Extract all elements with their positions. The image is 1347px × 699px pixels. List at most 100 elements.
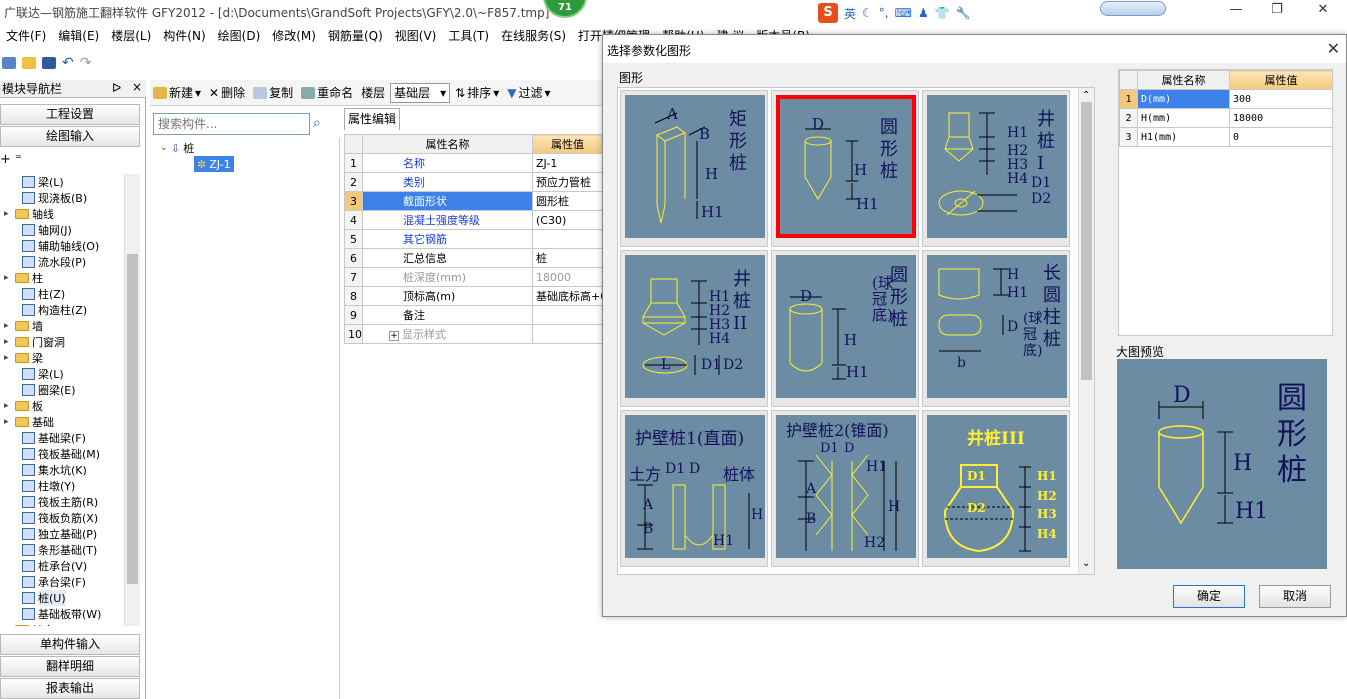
property-row[interactable]: 3 截面形状 圆形桩 (344, 191, 603, 211)
sort-button[interactable]: ⇅ 排序 ▾ (452, 84, 502, 101)
nav-tree-item[interactable]: 轴网(J) (22, 222, 72, 238)
property-row[interactable]: 5 其它钢筋 (344, 229, 603, 249)
save-icon[interactable] (42, 57, 56, 69)
property-value-cell[interactable]: 桩 (532, 248, 603, 268)
rename-button[interactable]: 重命名 (298, 84, 356, 101)
close-icon[interactable]: ✕ (1308, 2, 1338, 20)
nav-button-detail[interactable]: 翻样明细 (0, 656, 140, 677)
property-value-cell[interactable]: 圆形桩 (532, 191, 603, 211)
minimize-icon[interactable]: — (1221, 2, 1251, 20)
menu-item[interactable]: 钢筋量(Q) (322, 27, 389, 44)
cancel-button[interactable]: 取消 (1259, 585, 1331, 608)
param-row[interactable]: 3 H1(mm) 0 (1119, 127, 1333, 147)
nav-tree-item[interactable]: ▸ 柱 (4, 270, 43, 286)
nav-tree-item[interactable]: 桩承台(V) (22, 558, 87, 574)
undo-icon[interactable]: ↶ (62, 55, 74, 71)
property-row[interactable]: 9 备注 (344, 305, 603, 325)
shape-option[interactable]: 圆形桩 D H H1 (771, 90, 919, 247)
skin-icon[interactable]: ♟ (918, 6, 929, 20)
menu-item[interactable]: 编辑(E) (52, 27, 105, 44)
scroll-down-icon[interactable]: ⌄ (1082, 558, 1090, 569)
nav-tree-scrollbar[interactable] (124, 174, 140, 626)
nav-close-icon[interactable]: × (132, 80, 142, 94)
expand-icon[interactable]: ▸ (4, 353, 12, 363)
nav-tree-item[interactable]: 圈梁(E) (22, 382, 76, 398)
tree-node-zj1[interactable]: ✲ ZJ-1 (194, 156, 234, 172)
gallery-scroll-thumb[interactable] (1081, 102, 1092, 380)
tab-property-edit[interactable]: 属性编辑 (344, 108, 400, 130)
expand-icon[interactable]: ▸ (4, 417, 12, 427)
new-button[interactable]: 新建 ▾ (150, 84, 204, 101)
nav-tree-item[interactable]: ▸ 板 (4, 398, 43, 414)
property-row[interactable]: 7 桩深度(mm) 18000 (344, 267, 603, 287)
nav-tree-item[interactable]: ▸ 基础 (4, 414, 54, 430)
property-row[interactable]: 10 + 显示样式 (344, 324, 603, 344)
tree-node-pile[interactable]: ⌄ ⇩ 桩 (160, 140, 194, 156)
expand-icon[interactable]: ▸ (4, 401, 12, 411)
floor-select[interactable]: 基础层 ▾ (390, 82, 451, 103)
ok-button[interactable]: 确定 (1173, 585, 1245, 608)
property-value-cell[interactable] (532, 229, 603, 249)
file-new-icon[interactable] (2, 57, 16, 69)
property-row[interactable]: 4 混凝土强度等级 (C30) (344, 210, 603, 230)
shape-option[interactable]: 护壁桩2(锥面) D1 D H1 A B H H2 (771, 410, 919, 567)
nav-tree-item[interactable]: 现浇板(B) (22, 190, 87, 206)
shirt-icon[interactable]: 👕 (935, 6, 950, 20)
moon-icon[interactable]: ☾ (862, 6, 873, 20)
dialog-close-icon[interactable]: ✕ (1327, 39, 1340, 58)
nav-tree-item[interactable]: 梁(L) (22, 174, 64, 190)
property-value-cell[interactable]: 基础底标高+0 (532, 286, 603, 306)
param-cell-value[interactable]: 18000 (1229, 108, 1333, 128)
nav-tree-item[interactable]: ▸ 门窗洞 (4, 334, 65, 350)
folder-open-icon[interactable] (22, 57, 36, 69)
nav-button-project-settings[interactable]: 工程设置 (0, 104, 140, 125)
menu-item[interactable]: 文件(F) (0, 27, 52, 44)
notification-badge[interactable]: 71 (543, 0, 587, 18)
property-value-cell[interactable] (532, 324, 603, 344)
nav-tree-item[interactable]: 筏板基础(M) (22, 446, 100, 462)
search-icon[interactable]: ⌕ (313, 115, 321, 131)
param-cell-value[interactable]: 300 (1229, 89, 1333, 109)
progress-slider[interactable] (1100, 1, 1166, 16)
nav-tree-item[interactable]: 条形基础(T) (22, 542, 97, 558)
property-value-cell[interactable]: 18000 (532, 267, 603, 287)
property-row[interactable]: 1 名称 ZJ-1 (344, 153, 603, 173)
nav-tree-item[interactable]: 承台梁(F) (22, 574, 86, 590)
expand-icon[interactable]: ▸ (4, 273, 12, 283)
keyboard-icon[interactable]: ⌨ (895, 6, 912, 20)
ime-language-label[interactable]: 英 (844, 5, 856, 22)
shape-option[interactable]: 井桩II H1 H2 H3 H4 L D1 D2 (620, 250, 768, 407)
nav-tree-item[interactable]: 筏板主筋(R) (22, 494, 98, 510)
redo-icon[interactable]: ↷ (80, 55, 92, 71)
component-search-input[interactable] (153, 113, 310, 135)
shape-option[interactable]: 矩形桩 A B H H1 (620, 90, 768, 247)
nav-tree-item[interactable]: 构造柱(Z) (22, 302, 87, 318)
shape-option[interactable]: 圆形桩 (球冠底) D H H1 (771, 250, 919, 407)
scroll-thumb[interactable] (127, 254, 138, 584)
sogou-icon[interactable]: S (818, 3, 838, 23)
menu-item[interactable]: 视图(V) (389, 27, 443, 44)
nav-tree-item[interactable]: 辅助轴线(O) (22, 238, 99, 254)
param-row[interactable]: 1 D(mm) 300 (1119, 89, 1333, 109)
collapse-icon[interactable]: ⌄ (160, 143, 168, 153)
expand-icon[interactable]: ▸ (4, 337, 12, 347)
param-cell-value[interactable]: 0 (1229, 127, 1333, 147)
menu-item[interactable]: 构件(N) (157, 27, 211, 44)
menu-item[interactable]: 楼层(L) (105, 27, 157, 44)
punctuation-icon[interactable]: °, (879, 6, 889, 20)
copy-button[interactable]: 复制 (250, 84, 296, 101)
nav-tree-item[interactable]: ▸ 梁 (4, 350, 43, 366)
nav-tree-item[interactable]: 集水坑(K) (22, 462, 87, 478)
restore-icon[interactable]: ❐ (1262, 2, 1292, 20)
nav-button-drawing-input[interactable]: 绘图输入 (0, 126, 140, 147)
shape-option[interactable]: 井桩III D1 D2 H1 H2 H3 H4 (922, 410, 1070, 567)
menu-item[interactable]: 修改(M) (266, 27, 322, 44)
nav-tree-item[interactable]: 筏板负筋(X) (22, 510, 98, 526)
shape-option[interactable]: 护壁桩1(直面) 土方 D1 D 桩体 A B H H1 (620, 410, 768, 567)
nav-tree-item[interactable]: 基础板带(W) (22, 606, 101, 622)
nav-tree-item[interactable]: 柱(Z) (22, 286, 65, 302)
nav-tree-item[interactable]: 梁(L) (22, 366, 64, 382)
expand-icon[interactable]: + (389, 331, 399, 341)
expand-icon[interactable]: ▸ (4, 209, 12, 219)
nav-tree-item[interactable]: 柱墩(Y) (22, 478, 75, 494)
